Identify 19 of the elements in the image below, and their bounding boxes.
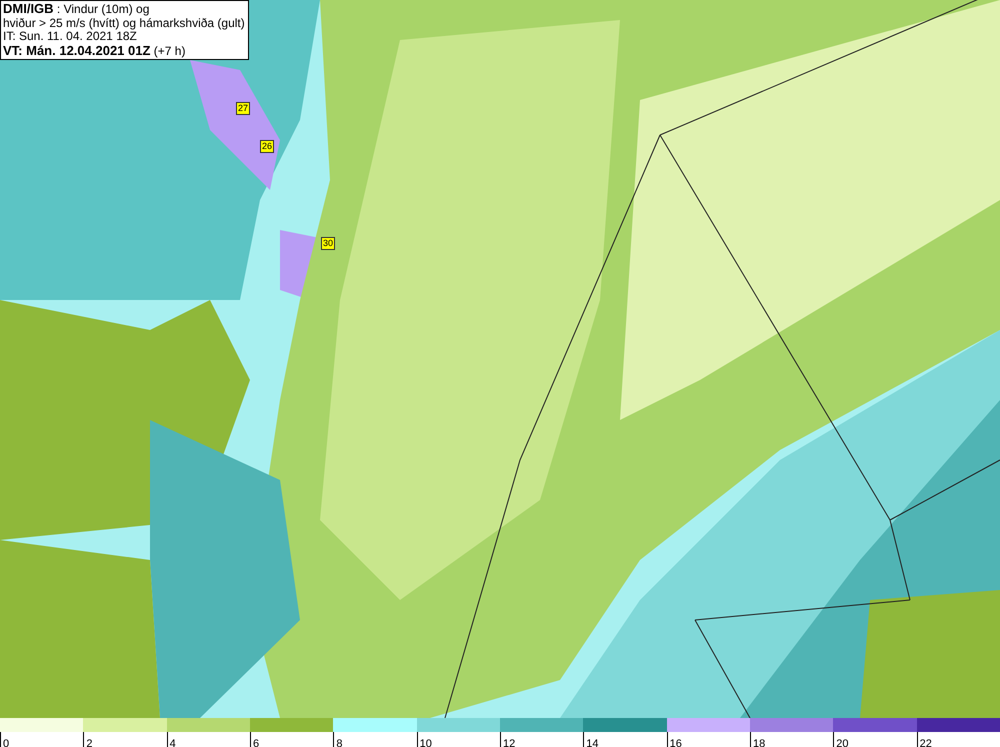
scale-label: 0	[2, 738, 10, 747]
title-text: hviður > 25 m/s (hvítt) og hámarkshviða (gult)	[3, 16, 245, 30]
scale-label: 14	[585, 738, 599, 747]
scale-label: 8	[335, 738, 342, 747]
scale-label: 4	[168, 738, 176, 747]
title-text: DMI/IGB : Vindur (10m) og	[3, 2, 150, 16]
gust-label: 27	[236, 102, 250, 115]
scale-label: 6	[252, 738, 260, 747]
issue-time-text: IT: Sun. 11. 04. 2021 18Z	[3, 30, 138, 44]
scale-label: 12	[502, 738, 516, 747]
scale-label: 10	[418, 738, 432, 747]
scale-label: 2	[85, 738, 92, 747]
valid-time-text: VT: Mán. 12.04.2021 01Z (+7 h)	[3, 44, 186, 58]
scale-label: 20	[835, 738, 849, 747]
gust-label: 30	[321, 237, 336, 250]
gust-label: 26	[260, 140, 274, 153]
scale-label: 16	[668, 738, 682, 747]
scale-label: 18	[752, 738, 766, 747]
scale-label: 22	[918, 738, 932, 747]
